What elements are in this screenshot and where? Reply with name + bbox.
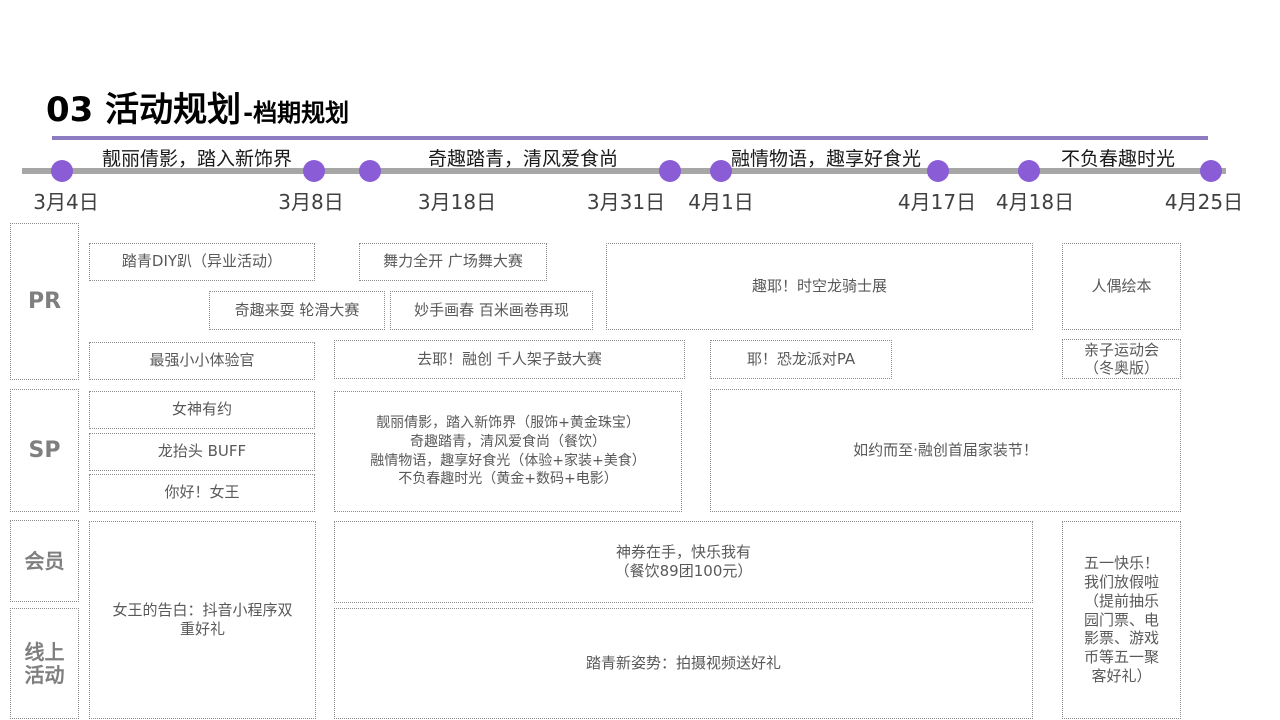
timeline-date: 4月18日 (995, 190, 1075, 214)
timeline-dot (359, 160, 381, 182)
timeline-date: 3月31日 (586, 190, 666, 214)
row-header-sp: SP (10, 389, 79, 512)
title-main: 03 活动规划 (46, 90, 242, 130)
activity-box: 女神有约 (89, 391, 315, 429)
timeline-dot (1200, 160, 1222, 182)
activity-box: 五一快乐！ 我们放假啦 （提前抽乐 园门票、电 影票、游戏 币等五一聚 客好礼） (1062, 521, 1181, 719)
timeline-phase: 不负春趣时光 (1060, 148, 1176, 170)
timeline-dot (303, 160, 325, 182)
timeline-dot (659, 160, 681, 182)
activity-box: 踏青新姿势：拍摄视频送好礼 (334, 608, 1033, 719)
activity-box: 人偶绘本 (1062, 243, 1181, 330)
activity-box: 踏青DIY趴（异业活动） (89, 243, 315, 281)
timeline-date: 4月25日 (1164, 190, 1244, 214)
activity-box: 耶！恐龙派对PA (710, 340, 892, 379)
timeline-date: 4月17日 (897, 190, 977, 214)
timeline-date: 3月18日 (417, 190, 497, 214)
activity-box: 亲子运动会 （冬奥版） (1062, 339, 1181, 379)
row-header-online: 线上 活动 (10, 608, 79, 719)
activity-box: 如约而至·融创首届家装节！ (710, 389, 1181, 512)
activity-box: 最强小小体验官 (89, 342, 315, 380)
title-sub: -档期规划 (243, 99, 350, 127)
activity-box: 舞力全开 广场舞大赛 (359, 243, 547, 281)
timeline-phase: 靓丽倩影，踏入新饰界 (101, 148, 293, 170)
timeline-phase: 奇趣踏青，清风爱食尚 (427, 148, 619, 170)
timeline-dot (51, 160, 73, 182)
activity-box: 女王的告白：抖音小程序双 重好礼 (89, 521, 316, 719)
activity-box: 你好！女王 (89, 474, 315, 512)
activity-box: 奇趣来耍 轮滑大赛 (209, 291, 385, 330)
timeline-phase: 融情物语，趣享好食光 (730, 148, 922, 170)
activity-box: 妙手画春 百米画卷再现 (390, 291, 593, 330)
activity-box: 龙抬头 BUFF (89, 433, 315, 471)
activity-box: 神券在手，快乐我有 （餐饮89团100元） (334, 521, 1033, 603)
page-title: 03 活动规划 -档期规划 (46, 82, 349, 130)
activity-box: 趣耶！时空龙骑士展 (606, 243, 1033, 330)
activity-box: 靓丽倩影，踏入新饰界（服饰+黄金珠宝） 奇趣踏青，清风爱食尚（餐饮） 融情物语，… (334, 391, 682, 512)
title-underline (52, 136, 1208, 140)
timeline-date: 4月1日 (688, 190, 754, 214)
timeline-dot (710, 160, 732, 182)
timeline-date: 3月4日 (33, 190, 99, 214)
timeline-dot (927, 160, 949, 182)
row-header-pr: PR (10, 223, 79, 380)
row-header-member: 会员 (10, 520, 79, 602)
activity-box: 去耶！融创 千人架子鼓大赛 (334, 340, 685, 379)
timeline-dot (1018, 160, 1040, 182)
timeline-date: 3月8日 (278, 190, 344, 214)
